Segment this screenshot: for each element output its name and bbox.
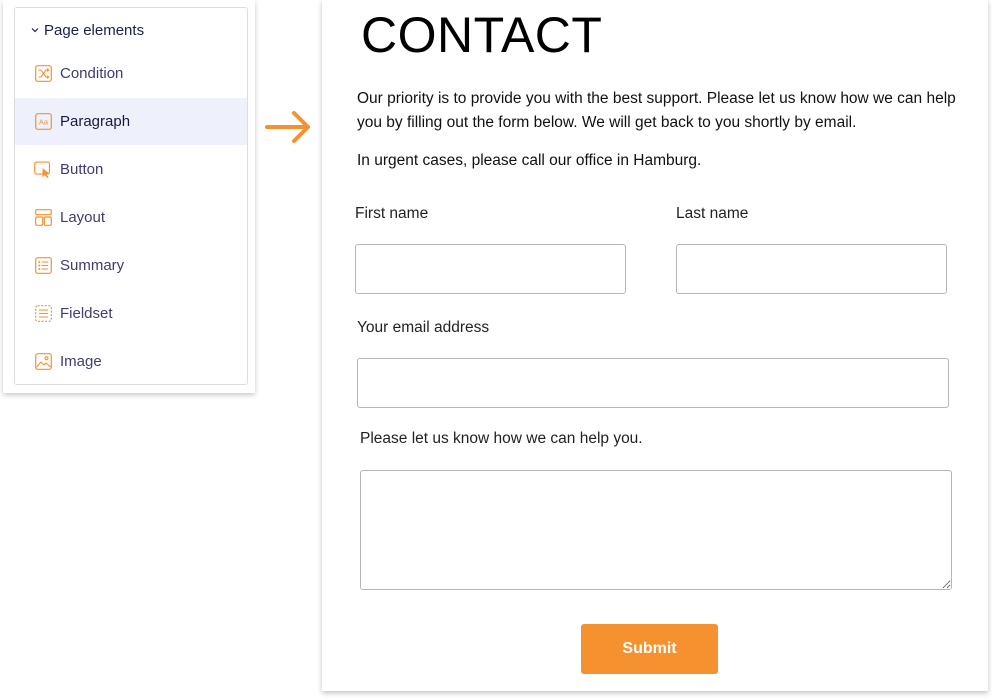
page-title: CONTACT (361, 7, 603, 63)
sidebar-item-label: Summary (60, 257, 125, 274)
sidebar-item-condition[interactable]: Condition (15, 50, 247, 97)
email-label: Your email address (357, 319, 490, 336)
sidebar-item-label: Condition (60, 65, 124, 82)
sidebar-item-image[interactable]: Image (15, 338, 247, 385)
sidebar-item-label: Fieldset (60, 305, 113, 322)
layout-icon (34, 209, 52, 227)
sidebar-item-label: Paragraph (60, 113, 131, 130)
sidebar-item-button[interactable]: Button (15, 146, 247, 193)
sidebar-item-fieldset[interactable]: Fieldset (15, 290, 247, 337)
sidebar-item-label: Layout (60, 209, 106, 226)
page-elements-header[interactable]: Page elements (29, 20, 144, 40)
sidebar-item-label: Button (60, 161, 104, 178)
email-field[interactable] (357, 358, 949, 408)
summary-icon (34, 257, 52, 275)
page-elements-list: Page elements Condition Aa Paragraph But… (14, 7, 248, 385)
submit-button[interactable]: Submit (581, 624, 718, 674)
sidebar-item-summary[interactable]: Summary (15, 242, 247, 289)
page-elements-title: Page elements (44, 21, 145, 39)
chevron-down-icon (31, 28, 39, 33)
first-name-field[interactable] (355, 244, 626, 294)
last-name-label: Last name (676, 205, 749, 222)
condition-icon (34, 65, 52, 83)
contact-form-card: CONTACT Our priority is to provide you w… (322, 0, 988, 691)
button-icon (34, 161, 52, 179)
arrow-right-icon (265, 111, 310, 143)
first-name-label: First name (355, 205, 429, 222)
help-label: Please let us know how we can help you. (360, 430, 643, 447)
sidebar-item-layout[interactable]: Layout (15, 194, 247, 241)
page-elements-panel: Page elements Condition Aa Paragraph But… (3, 0, 255, 393)
urgent-paragraph: In urgent cases, please call our office … (357, 152, 702, 169)
fieldset-icon (34, 305, 52, 323)
image-icon (34, 353, 52, 371)
help-textarea[interactable] (360, 470, 952, 590)
svg-text:Aa: Aa (38, 118, 48, 127)
sidebar-item-paragraph[interactable]: Aa Paragraph (15, 98, 247, 145)
intro-paragraph: Our priority is to provide you with the … (357, 90, 956, 131)
paragraph-icon: Aa (34, 113, 52, 131)
sidebar-item-label: Image (60, 353, 102, 370)
last-name-field[interactable] (676, 244, 947, 294)
